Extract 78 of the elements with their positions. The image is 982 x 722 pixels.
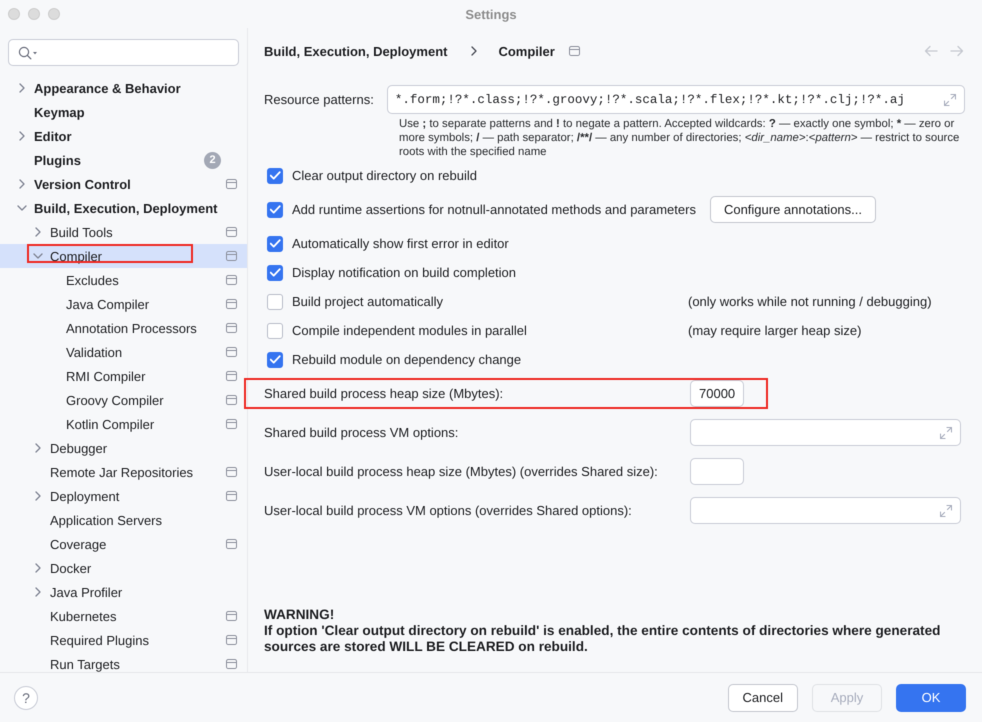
checkbox[interactable] [267, 294, 283, 310]
dialog-button[interactable]: Cancel [728, 684, 798, 712]
tree-item[interactable]: Coverage [0, 532, 247, 556]
checkbox[interactable] [267, 322, 283, 338]
breadcrumb-item: Compiler [498, 44, 555, 58]
dialog-button[interactable]: OK [896, 684, 966, 712]
tree-item[interactable]: Build, Execution, Deployment [0, 196, 247, 220]
tree-item[interactable]: Plugins 2 [0, 148, 247, 172]
help-button[interactable]: ? [14, 686, 38, 710]
option-note: (may require larger heap size) [688, 323, 862, 338]
checkbox-label[interactable]: Display notification on build completion [292, 265, 516, 280]
tree-item[interactable]: Annotation Processors [0, 316, 247, 340]
tree-item[interactable]: Deployment [0, 484, 247, 508]
field-label: Shared build process VM options: [264, 425, 460, 440]
tree-item[interactable]: Keymap [0, 100, 247, 124]
search-field[interactable] [8, 39, 239, 66]
tree-item[interactable]: Remote Jar Repositories [0, 460, 247, 484]
tree-item[interactable]: Docker [0, 556, 247, 580]
expand-icon [944, 94, 956, 106]
expand-icon [940, 426, 952, 438]
field-label: Shared build process heap size (Mbytes): [264, 386, 504, 401]
checkmark-icon [270, 239, 280, 248]
window-close-button[interactable] [8, 8, 20, 20]
checkbox-label[interactable]: Automatically show first error in editor [292, 236, 509, 251]
checkbox[interactable] [267, 264, 283, 280]
checkbox[interactable] [267, 202, 283, 218]
checkbox[interactable] [267, 236, 283, 252]
tree-item[interactable]: Version Control [0, 172, 247, 196]
window-zoom-button[interactable] [48, 8, 60, 20]
search-icon [18, 46, 38, 60]
tree-item[interactable]: Kubernetes [0, 604, 247, 628]
warning-text: If option 'Clear output directory on rebuild' is enabled, the entire contents of directories where generated sources are stored WILL BE CLEARED on rebuild. [264, 623, 942, 655]
checkbox[interactable] [267, 352, 283, 368]
tree-item[interactable]: Excludes [0, 268, 247, 292]
checkbox-label[interactable]: Rebuild module on dependency change [292, 352, 522, 367]
help-text: Use ; to separate patterns and ! to negate a pattern. Accepted wildcards: ? — exactly one symbol; * — zero or more symbols; / — path separator; /**/ — any number of directories; <dir_name>:<pattern> — restrict to source roots with the specified name [399, 117, 960, 159]
resource-patterns-field[interactable]: *.form;!?*.class;!?*.groovy;!?*.scala;!?*.flex;!?*.kt;!?*.clj;!?*.aj [386, 85, 965, 114]
chevron-right-icon [471, 46, 478, 56]
checkbox-label[interactable]: Add runtime assertions for notnull-annotated methods and parameters [292, 202, 696, 217]
checkmark-icon [270, 268, 280, 277]
tree-item[interactable]: Java Profiler [0, 580, 247, 604]
tree-item[interactable]: Application Servers [0, 508, 247, 532]
field-label: Resource patterns: [264, 92, 374, 107]
checkmark-icon [270, 205, 280, 214]
checkbox-label[interactable]: Clear output directory on rebuild [292, 168, 477, 183]
tree-item[interactable]: RMI Compiler [0, 364, 247, 388]
arrow-left-icon [924, 45, 938, 57]
tree-item[interactable]: Validation [0, 340, 247, 364]
checkbox-label[interactable]: Build project automatically [292, 294, 444, 309]
window-minimize-button[interactable] [28, 8, 40, 20]
action-button[interactable]: Configure annotations... [710, 196, 876, 223]
tree-item[interactable]: Run Targets [0, 652, 247, 672]
tree-item[interactable]: Required Plugins [0, 628, 247, 652]
checkbox-label[interactable]: Compile independent modules in parallel [292, 323, 527, 338]
warning-title: WARNING! [264, 607, 336, 623]
tree-item[interactable]: Build Tools [0, 220, 247, 244]
expand-icon [940, 504, 952, 516]
window-title: Settings [465, 6, 517, 22]
checkbox[interactable] [267, 168, 283, 184]
tree-item[interactable]: Appearance & Behavior [0, 76, 247, 100]
number-field[interactable]: 70000 [690, 380, 744, 407]
tree-item[interactable]: Groovy Compiler [0, 388, 247, 412]
field-label: User-local build process heap size (Mbytes) (overrides Shared size): [264, 464, 659, 479]
option-note: (only works while not running / debugging) [688, 294, 932, 309]
count-badge: 2 [204, 152, 221, 168]
tree-item[interactable]: Debugger [0, 436, 247, 460]
field-label: User-local build process VM options (overrides Shared options): [264, 503, 633, 518]
text-field[interactable] [690, 497, 961, 524]
tree-item[interactable]: Compiler [0, 244, 247, 268]
tree-item[interactable]: Editor [0, 124, 247, 148]
tree-item[interactable]: Kotlin Compiler [0, 412, 247, 436]
checkmark-icon [270, 355, 280, 364]
arrow-right-icon [950, 45, 964, 57]
breadcrumb-item[interactable]: Build, Execution, Deployment [264, 44, 448, 58]
checkmark-icon [270, 171, 280, 180]
tree-item[interactable]: Java Compiler [0, 292, 247, 316]
text-field[interactable] [690, 419, 961, 446]
number-field[interactable] [690, 458, 744, 485]
